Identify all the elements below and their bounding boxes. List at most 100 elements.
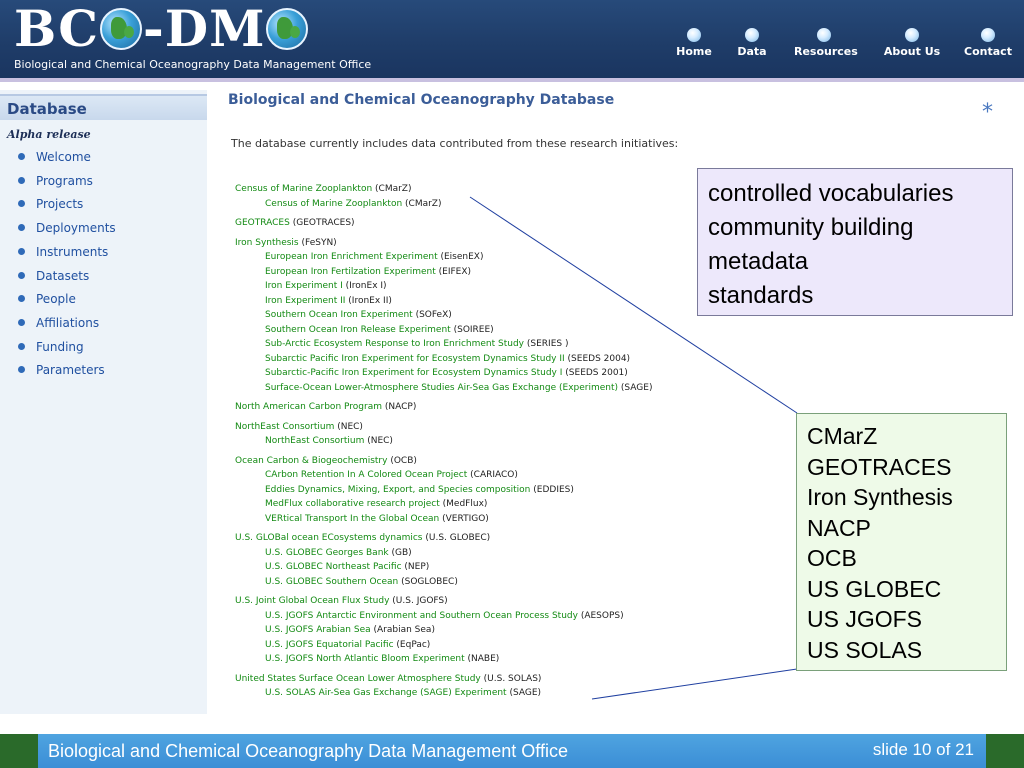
- project-link[interactable]: Iron Experiment II: [265, 296, 345, 306]
- project-link[interactable]: MedFlux collaborative research project: [265, 499, 440, 509]
- program-entry: North American Carbon Program (NACP): [235, 401, 416, 414]
- project-link[interactable]: U.S. GLOBEC Southern Ocean: [265, 577, 398, 587]
- bullet-icon: [18, 224, 25, 232]
- sidebar-item-label: Instruments: [36, 244, 109, 259]
- program-entry: NorthEast Consortium (NEC): [235, 421, 363, 434]
- nav-bullet-icon: [817, 28, 831, 42]
- project-entry: Iron Experiment II (IronEx II): [265, 295, 392, 308]
- project-link[interactable]: U.S. JGOFS Equatorial Pacific: [265, 640, 394, 650]
- project-link[interactable]: U.S. JGOFS Antarctic Environment and Sou…: [265, 611, 578, 621]
- program-link[interactable]: North American Carbon Program: [235, 402, 382, 412]
- sidebar-item-parameters[interactable]: Parameters: [18, 361, 105, 379]
- project-entry: U.S. JGOFS North Atlantic Bloom Experime…: [265, 653, 499, 666]
- nav-about-us[interactable]: About Us: [882, 28, 942, 58]
- entry-acronym: (SEEDS 2004): [567, 353, 631, 364]
- callout-program-line: GEOTRACES: [807, 453, 952, 480]
- program-link[interactable]: NorthEast Consortium: [235, 422, 334, 432]
- nav-bullet-icon: [745, 28, 759, 42]
- sidebar-item-funding[interactable]: Funding: [18, 338, 84, 356]
- sidebar-item-label: People: [36, 292, 76, 307]
- sidebar-item-label: Datasets: [36, 268, 90, 283]
- nav-resources[interactable]: Resources: [794, 28, 858, 58]
- sidebar-item-label: Funding: [36, 339, 84, 354]
- project-link[interactable]: Sub-Arctic Ecosystem Response to Iron En…: [265, 339, 524, 349]
- project-link[interactable]: U.S. GLOBEC Georges Bank: [265, 548, 389, 558]
- program-link[interactable]: Iron Synthesis: [235, 238, 299, 248]
- callout-topic-line: metadata: [708, 248, 809, 275]
- globe-icon: [99, 8, 142, 50]
- bullet-icon: [18, 271, 25, 279]
- project-link[interactable]: U.S. SOLAS Air-Sea Gas Exchange (SAGE) E…: [265, 688, 507, 698]
- site-logo[interactable]: BC -DM: [14, 2, 309, 56]
- project-link[interactable]: European Iron Fertilzation Experiment: [265, 267, 436, 277]
- sidebar-item-people[interactable]: People: [18, 290, 76, 308]
- project-link[interactable]: Iron Experiment I: [265, 281, 343, 291]
- sidebar-item-label: Projects: [36, 197, 84, 212]
- project-link[interactable]: U.S. JGOFS North Atlantic Bloom Experime…: [265, 654, 465, 664]
- project-link[interactable]: U.S. GLOBEC Northeast Pacific: [265, 562, 402, 572]
- project-link[interactable]: Southern Ocean Iron Experiment: [265, 310, 413, 320]
- project-link[interactable]: Surface-Ocean Lower-Atmosphere Studies A…: [265, 383, 618, 393]
- sidebar-item-label: Programs: [36, 173, 93, 188]
- globe-icon: [266, 8, 309, 50]
- sidebar-item-projects[interactable]: Projects: [18, 195, 83, 213]
- sidebar-item-deployments[interactable]: Deployments: [18, 219, 116, 237]
- project-link[interactable]: Eddies Dynamics, Mixing, Export, and Spe…: [265, 485, 530, 495]
- program-link[interactable]: U.S. Joint Global Ocean Flux Study: [235, 596, 389, 606]
- connector-line-bottom: [591, 668, 798, 700]
- project-entry: Subarctic Pacific Iron Experiment for Ec…: [265, 353, 630, 366]
- sidebar-item-label: Welcome: [36, 150, 91, 164]
- bullet-icon: [18, 366, 25, 374]
- entry-acronym: (NABE): [467, 654, 500, 664]
- nav-data[interactable]: Data: [722, 28, 782, 58]
- project-link[interactable]: Southern Ocean Iron Release Experiment: [265, 325, 451, 335]
- callout-program-line: CMarZ: [807, 423, 878, 449]
- bullet-icon: [18, 153, 25, 160]
- project-link[interactable]: NorthEast Consortium: [265, 436, 364, 446]
- footer-title: Biological and Chemical Oceanography Dat…: [48, 741, 568, 761]
- entry-acronym: (Arabian Sea): [373, 625, 435, 635]
- sidebar-item-welcome[interactable]: Welcome: [18, 148, 91, 166]
- project-entry: VERtical Transport In the Global Ocean (…: [265, 513, 489, 526]
- page-title: Biological and Chemical Oceanography Dat…: [228, 92, 615, 108]
- project-link[interactable]: VERtical Transport In the Global Ocean: [265, 514, 439, 524]
- project-link[interactable]: Subarctic Pacific Iron Experiment for Ec…: [265, 354, 565, 364]
- sidebar-item-programs[interactable]: Programs: [18, 172, 93, 190]
- sidebar-item-affiliations[interactable]: Affiliations: [18, 314, 99, 332]
- logo-text-part-2: -DM: [142, 0, 266, 58]
- entry-acronym: (NEP): [404, 562, 430, 572]
- site-header: BC -DM Biological and Chemical Oceanograp…: [0, 0, 1024, 78]
- sidebar-item-instruments[interactable]: Instruments: [18, 243, 108, 261]
- header-divider: [0, 78, 1024, 82]
- asterisk-mark: *: [982, 100, 993, 125]
- program-entry: United States Surface Ocean Lower Atmosp…: [235, 673, 541, 686]
- project-link[interactable]: Subarctic-Pacific Iron Experiment for Ec…: [265, 368, 562, 378]
- nav-home[interactable]: Home: [664, 28, 724, 58]
- project-link[interactable]: CArbon Retention In A Colored Ocean Proj…: [265, 470, 467, 480]
- bullet-icon: [18, 342, 25, 350]
- program-link[interactable]: Census of Marine Zooplankton: [235, 184, 372, 194]
- nav-label: Data: [737, 45, 767, 58]
- nav-contact[interactable]: Contact: [958, 28, 1018, 58]
- release-label: Alpha release: [7, 128, 91, 141]
- entry-acronym: (IronEx I): [345, 281, 387, 291]
- bullet-icon: [18, 176, 25, 184]
- entry-acronym: (SAGE): [620, 382, 653, 393]
- entry-acronym: (AESOPS): [580, 610, 624, 621]
- project-link[interactable]: European Iron Enrichment Experiment: [265, 252, 438, 262]
- program-link[interactable]: United States Surface Ocean Lower Atmosp…: [235, 674, 481, 684]
- sidebar-item-datasets[interactable]: Datasets: [18, 267, 89, 285]
- entry-acronym: (NEC): [367, 436, 393, 446]
- program-link[interactable]: U.S. GLOBal ocean ECosystems dynamics: [235, 533, 422, 543]
- program-link[interactable]: GEOTRACES: [235, 218, 290, 228]
- callout-program-line: NACP: [807, 514, 871, 541]
- bullet-icon: [18, 295, 25, 303]
- entry-acronym: (SOFeX): [415, 310, 452, 320]
- project-link[interactable]: U.S. JGOFS Arabian Sea: [265, 625, 371, 635]
- project-entry: U.S. JGOFS Antarctic Environment and Sou…: [265, 610, 624, 623]
- sidebar-item-label: Parameters: [36, 363, 105, 378]
- project-link[interactable]: Census of Marine Zooplankton: [265, 199, 402, 209]
- bullet-icon: [18, 200, 25, 208]
- program-link[interactable]: Ocean Carbon & Biogeochemistry: [235, 456, 387, 466]
- callout-topics: controlled vocabularies community buildin…: [697, 168, 1013, 316]
